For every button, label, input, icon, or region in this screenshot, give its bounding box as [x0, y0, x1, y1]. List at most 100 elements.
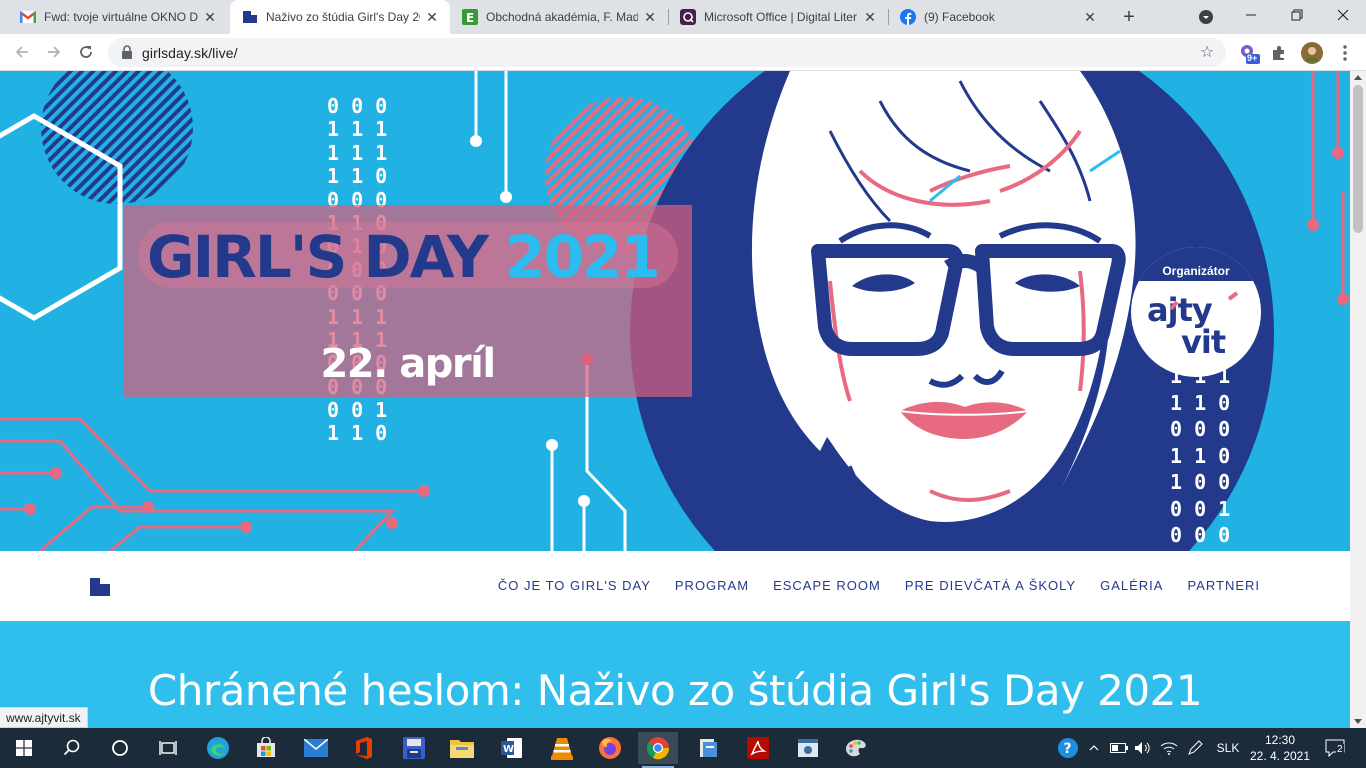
- nav-item-escape-room[interactable]: ESCAPE ROOM: [773, 578, 881, 593]
- scroll-thumb[interactable]: [1353, 85, 1363, 233]
- binary-row: 1 1 0: [327, 164, 388, 189]
- page-scrollbar[interactable]: [1350, 71, 1366, 728]
- clock-time: 12:30: [1264, 733, 1296, 747]
- girlsday-icon: [242, 9, 258, 25]
- url-text[interactable]: girlsday.sk/live/: [142, 45, 238, 61]
- binary-row: 1 1 1: [327, 140, 388, 165]
- tab-quizlet[interactable]: Microsoft Office | Digital Liter ✕: [668, 0, 888, 34]
- office-icon[interactable]: [344, 732, 384, 764]
- binary-column-right: 1 1 11 1 00 0 01 1 01 0 00 0 10 0 0: [1170, 363, 1230, 549]
- tab-title: Microsoft Office | Digital Liter: [704, 10, 857, 24]
- organizer-logo-accent: [1169, 291, 1239, 311]
- binary-row: 1 1 0: [1170, 443, 1231, 468]
- binary-row: 0 0 0: [1170, 417, 1231, 441]
- acrobat-icon[interactable]: [738, 732, 778, 764]
- back-button[interactable]: [9, 39, 35, 65]
- heading-band: Chránené heslom: Naživo zo štúdia Girl's…: [0, 621, 1350, 728]
- address-bar[interactable]: girlsday.sk/live/ ☆: [108, 38, 1226, 67]
- start-icon[interactable]: [4, 732, 44, 764]
- close-icon[interactable]: ✕: [202, 9, 218, 25]
- save-icon[interactable]: [394, 732, 434, 764]
- close-icon[interactable]: ✕: [424, 9, 440, 25]
- task-view-icon[interactable]: [148, 732, 188, 764]
- tab-facebook[interactable]: (9) Facebook ✕: [888, 0, 1108, 34]
- clock[interactable]: 12:30 22. 4. 2021: [1244, 732, 1316, 764]
- svg-text:W: W: [503, 744, 514, 755]
- pen-icon[interactable]: [1184, 738, 1206, 758]
- edge-icon[interactable]: [198, 732, 238, 764]
- close-window-button[interactable]: [1320, 0, 1366, 30]
- cortana-icon[interactable]: [100, 732, 140, 764]
- page-title: Chránené heslom: Naživo zo štúdia Girl's…: [147, 666, 1203, 715]
- bookmark-star-icon[interactable]: ☆: [1198, 43, 1216, 61]
- app-icon[interactable]: [788, 732, 828, 764]
- tab-gmail[interactable]: Fwd: tvoje virtuálne OKNO DO ✕: [8, 0, 228, 34]
- binary-row: 0 0 0: [1170, 523, 1231, 547]
- file-explorer-icon[interactable]: [442, 732, 482, 764]
- nav-item-co-je-to[interactable]: ČO JE TO GIRL'S DAY: [498, 578, 651, 593]
- title-banner: GIRL'S DAY 2021 22. apríl: [123, 205, 692, 397]
- tab-girlsday[interactable]: Naživo zo štúdia Girl's Day 20 ✕: [230, 0, 450, 34]
- organizer-badge[interactable]: Organizátor ajty vit: [1131, 247, 1261, 377]
- mail-icon[interactable]: [296, 732, 336, 764]
- binary-row: 1 0 0: [1170, 470, 1231, 494]
- browser-toolbar: girlsday.sk/live/ ☆ 9+: [0, 34, 1366, 71]
- profile-avatar[interactable]: [1301, 42, 1323, 64]
- help-icon[interactable]: ?: [1056, 738, 1080, 758]
- lock-icon[interactable]: [120, 45, 134, 59]
- tab-title: (9) Facebook: [924, 10, 995, 24]
- word-icon[interactable]: W: [492, 732, 532, 764]
- close-icon[interactable]: ✕: [862, 9, 878, 25]
- status-link-preview: www.ajtyvit.sk: [0, 707, 88, 728]
- new-tab-button[interactable]: +: [1117, 5, 1141, 29]
- wifi-icon[interactable]: [1158, 738, 1180, 758]
- nav-item-pre-dievcata[interactable]: PRE DIEVČATÁ A ŠKOLY: [905, 578, 1076, 593]
- minimize-button[interactable]: [1228, 0, 1274, 30]
- vlc-icon[interactable]: [542, 732, 582, 764]
- scroll-up-arrow[interactable]: [1354, 75, 1362, 80]
- extensions-puzzle-icon[interactable]: [1268, 42, 1290, 64]
- clock-date: 22. 4. 2021: [1249, 749, 1311, 763]
- search-icon[interactable]: [52, 732, 92, 764]
- nav-item-program[interactable]: PROGRAM: [675, 578, 749, 593]
- svg-text:?: ?: [1064, 741, 1072, 757]
- store-icon[interactable]: [246, 732, 286, 764]
- binary-row: 0 0 1: [1170, 496, 1231, 521]
- hero-banner: 0 0 01 1 11 1 11 1 00 0 01 1 00 1 00 0 0…: [0, 71, 1350, 551]
- files-icon[interactable]: [688, 732, 728, 764]
- extension-icon[interactable]: 9+: [1238, 42, 1260, 64]
- nav-item-partneri[interactable]: PARTNERI: [1187, 578, 1260, 593]
- hero-title-main: GIRL'S DAY: [147, 223, 489, 291]
- tab-title: Fwd: tvoje virtuálne OKNO DO: [44, 10, 198, 24]
- tab-title: Naživo zo štúdia Girl's Day 20: [266, 10, 420, 24]
- firefox-icon[interactable]: [590, 732, 630, 764]
- hero-title: GIRL'S DAY 2021: [147, 223, 661, 291]
- hero-date: 22. apríl: [320, 341, 496, 387]
- site-navbar: ČO JE TO GIRL'S DAY PROGRAM ESCAPE ROOM …: [0, 551, 1350, 621]
- nav-item-galeria[interactable]: GALÉRIA: [1100, 578, 1163, 593]
- edupage-icon: E: [462, 9, 478, 25]
- menu-icon[interactable]: [1334, 42, 1356, 64]
- battery-icon[interactable]: [1108, 738, 1130, 758]
- notification-icon[interactable]: 2: [1322, 738, 1348, 758]
- facebook-icon: [900, 9, 916, 25]
- binary-row: 1 1 1: [327, 117, 388, 142]
- reload-button[interactable]: [73, 39, 99, 65]
- svg-text:E: E: [466, 11, 474, 25]
- chrome-icon[interactable]: [638, 732, 678, 768]
- tab-search-icon[interactable]: [1196, 7, 1216, 27]
- tab-edupage[interactable]: E Obchodná akadémia, F. Madv ✕: [450, 0, 668, 34]
- binary-row: 1 1 0: [1170, 390, 1231, 415]
- restore-button[interactable]: [1274, 0, 1320, 30]
- site-logo[interactable]: [90, 578, 110, 596]
- close-icon[interactable]: ✕: [1082, 9, 1098, 25]
- gmail-icon: [20, 9, 36, 25]
- paint-icon[interactable]: [836, 732, 876, 764]
- language-indicator[interactable]: SLK: [1212, 738, 1244, 758]
- volume-icon[interactable]: [1132, 738, 1154, 758]
- forward-button[interactable]: [41, 39, 67, 65]
- close-icon[interactable]: ✕: [642, 9, 658, 25]
- chevron-up-icon[interactable]: [1086, 738, 1102, 758]
- scroll-down-arrow[interactable]: [1354, 719, 1362, 724]
- striped-circle: [41, 71, 193, 204]
